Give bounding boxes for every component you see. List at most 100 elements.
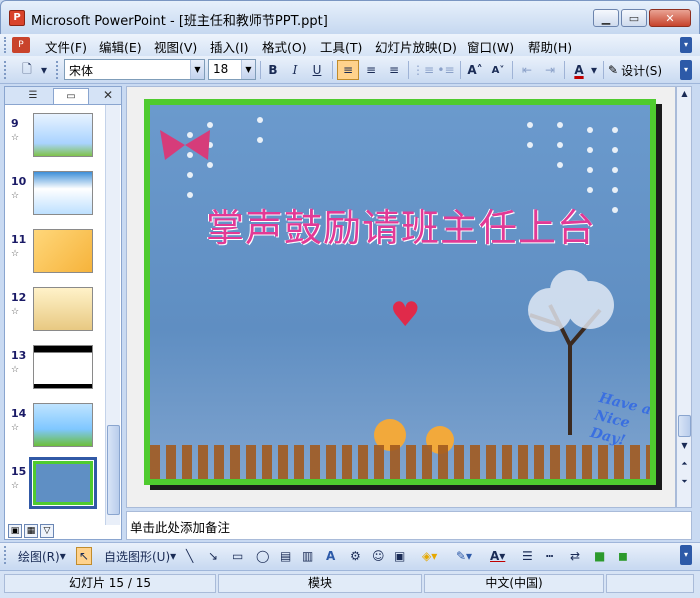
slide-title[interactable]: 掌声鼓励请班主任上台 (206, 197, 596, 252)
align-left-icon[interactable]: ≡ (337, 60, 359, 80)
menu-format[interactable]: 格式(O) (262, 37, 307, 56)
line-style-icon[interactable]: ☰ (522, 547, 533, 565)
3d-style-icon[interactable]: ◼ (618, 547, 628, 565)
new-document-icon[interactable]: 🗋 (16, 60, 38, 80)
draw-font-color-icon[interactable]: A▾ (490, 547, 505, 565)
minimize-button[interactable]: ▁ (593, 9, 619, 27)
pane-tabs: ☰ ▭ ✕ (5, 87, 121, 105)
menu-insert[interactable]: 插入(I) (210, 37, 248, 56)
underline-button[interactable]: U (306, 60, 328, 80)
menu-file[interactable]: 文件(F) (45, 37, 87, 56)
oval-icon[interactable]: ◯ (256, 547, 269, 565)
menu-options-chevron-icon[interactable]: ▾ (680, 37, 692, 53)
font-color-icon[interactable]: A (568, 60, 590, 80)
window-title: Microsoft PowerPoint - [班主任和教师节PPT.ppt] (31, 14, 328, 29)
toolbar-grip-2[interactable] (56, 61, 59, 79)
font-name-combo[interactable]: 宋体 ▼ (64, 59, 205, 80)
align-center-icon[interactable]: ≡ (360, 60, 382, 80)
menu-window[interactable]: 窗口(W) (467, 37, 514, 56)
slide-thumbnail[interactable] (33, 113, 93, 157)
menu-tools[interactable]: 工具(T) (320, 37, 362, 56)
animation-star-icon: ☆ (11, 133, 20, 143)
autoshapes-button[interactable]: 自选图形(U) ▾ (104, 547, 176, 565)
slide-thumbnail-row[interactable]: 12 ☆ (5, 287, 105, 341)
vertical-text-box-icon[interactable]: ▥ (302, 547, 313, 565)
slideshow-view-icon[interactable]: ▽ (40, 524, 54, 538)
wordart-icon[interactable]: A (326, 547, 335, 565)
clip-art-icon[interactable]: ☺ (372, 547, 385, 565)
toolbar-grip[interactable] (4, 546, 7, 564)
slide-thumbnail[interactable] (33, 345, 93, 389)
slide-thumbnail-row[interactable]: 14 ☆ (5, 403, 105, 457)
font-color-dropdown-icon[interactable]: ▾ (588, 60, 600, 80)
menu-slideshow[interactable]: 幻灯片放映(D) (375, 37, 457, 56)
draw-menu-button[interactable]: 绘图(R) ▾ (18, 547, 66, 565)
toolbar-grip[interactable] (4, 61, 7, 79)
close-button[interactable]: ✕ (649, 9, 691, 27)
maximize-button[interactable]: ▭ (621, 9, 647, 27)
select-objects-arrow-icon[interactable]: ↖ (76, 547, 93, 565)
slides-tab-icon[interactable]: ▭ (53, 88, 89, 104)
previous-slide-icon[interactable]: ⏶ (678, 459, 691, 471)
slide-scrollbar[interactable]: ▲ ▼ ⏶ ⏷ (676, 86, 692, 508)
slide-thumbnail[interactable] (33, 287, 93, 331)
align-right-icon[interactable]: ≡ (383, 60, 405, 80)
slides-pane-scrollbar[interactable] (105, 105, 120, 525)
fill-color-icon[interactable]: ◈▾ (422, 547, 437, 565)
line-icon[interactable]: ╲ (186, 547, 193, 565)
design-template-status[interactable]: 模块 (218, 574, 422, 593)
slide-sorter-view-icon[interactable]: ▦ (24, 524, 38, 538)
document-icon[interactable]: P (12, 37, 30, 53)
rectangle-icon[interactable]: ▭ (232, 547, 243, 565)
new-dropdown-chevron-icon[interactable]: ▾ (38, 60, 50, 80)
menu-grip[interactable] (4, 37, 7, 53)
slide-canvas[interactable]: 掌声鼓励请班主任上台 ♥ Have a Nice Day! (144, 99, 656, 485)
font-name-dropdown-icon[interactable]: ▼ (190, 60, 204, 79)
shadow-style-icon[interactable]: ■ (594, 547, 605, 565)
scrollbar-thumb[interactable] (107, 425, 120, 515)
outline-tab-icon[interactable]: ☰ (15, 88, 51, 104)
powerpoint-app-icon[interactable]: P (9, 10, 25, 26)
decrease-font-size-icon[interactable]: A˅ (487, 60, 509, 80)
scroll-up-arrow-icon[interactable]: ▲ (678, 89, 691, 101)
toolbar-options-chevron-icon[interactable]: ▾ (680, 60, 692, 80)
slide-thumbnail[interactable] (29, 457, 97, 509)
next-slide-icon[interactable]: ⏷ (678, 477, 691, 489)
slide-thumbnail-row[interactable]: 11 ☆ (5, 229, 105, 283)
slide-thumbnail-row-selected[interactable]: 15 ☆ (5, 457, 105, 515)
slide-thumbnail-row[interactable]: 13 ☆ (5, 345, 105, 399)
menu-edit[interactable]: 编辑(E) (99, 37, 142, 56)
line-color-icon[interactable]: ✎▾ (456, 547, 472, 565)
font-size-combo[interactable]: 18 ▼ (208, 59, 256, 80)
slide-thumbnail[interactable] (33, 403, 93, 447)
normal-view-icon[interactable]: ▣ (8, 524, 22, 538)
diagram-icon[interactable]: ⚙ (350, 547, 361, 565)
dash-style-icon[interactable]: ┅ (546, 547, 553, 565)
arrow-icon[interactable]: ↘ (208, 547, 218, 565)
design-button[interactable]: ✎ 设计(S) (608, 60, 662, 80)
text-box-icon[interactable]: ▤ (280, 547, 291, 565)
font-size-dropdown-icon[interactable]: ▼ (241, 60, 255, 79)
slide-thumbnail[interactable] (33, 171, 93, 215)
close-pane-icon[interactable]: ✕ (103, 88, 113, 102)
slide-thumbnail-row[interactable]: 10 ☆ (5, 171, 105, 225)
slide-number: 12 (11, 291, 27, 304)
slide-thumbnail[interactable] (33, 229, 93, 273)
arrow-style-icon[interactable]: ⇄ (570, 547, 580, 565)
scrollbar-thumb[interactable] (678, 415, 691, 437)
bulleted-list-icon[interactable]: •≡ (435, 60, 457, 80)
increase-indent-icon[interactable]: ⇥ (539, 60, 561, 80)
picture-icon[interactable]: ▣ (394, 547, 405, 565)
menu-help[interactable]: 帮助(H) (528, 37, 572, 56)
slide-thumbnail-row[interactable]: 9 ☆ (5, 113, 105, 167)
italic-button[interactable]: I (284, 60, 306, 80)
increase-font-size-icon[interactable]: A˄ (464, 60, 486, 80)
decrease-indent-icon[interactable]: ⇤ (516, 60, 538, 80)
scroll-down-arrow-icon[interactable]: ▼ (678, 441, 691, 453)
drawing-toolbar-chevron-icon[interactable]: ▾ (680, 545, 692, 565)
menu-view[interactable]: 视图(V) (154, 37, 197, 56)
separator (512, 61, 513, 79)
bold-button[interactable]: B (262, 60, 284, 80)
notes-pane[interactable]: 单击此处添加备注 (126, 511, 692, 540)
numbered-list-icon[interactable]: ⋮≡ (412, 60, 434, 80)
